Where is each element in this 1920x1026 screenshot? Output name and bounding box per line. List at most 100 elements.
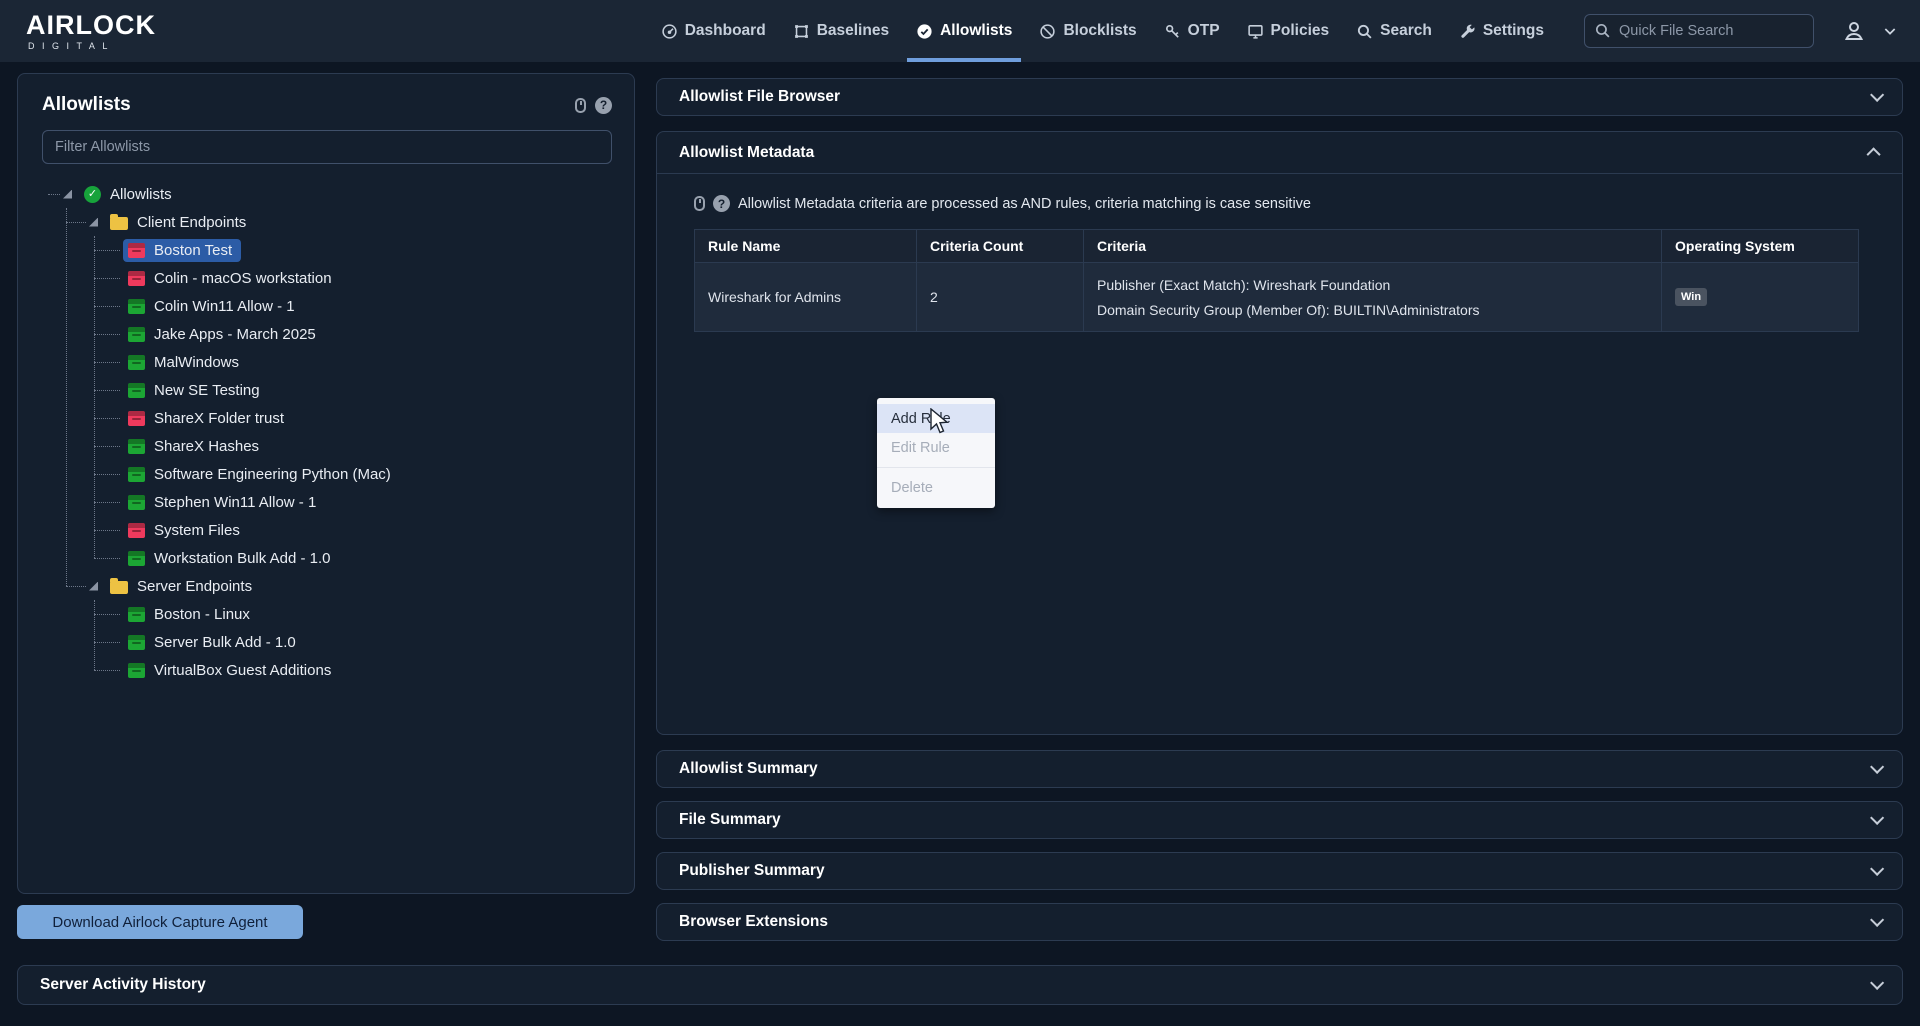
tree-node-content: MalWindows — [123, 351, 248, 374]
tree-node-content: Software Engineering Python (Mac) — [123, 463, 400, 486]
tree-item-sharex-folder-trust[interactable]: ShareX Folder trust — [18, 404, 634, 432]
accordion-server-activity-history[interactable]: Server Activity History — [17, 965, 1903, 1005]
quick-file-search — [1584, 14, 1814, 48]
tree-node-content: Stephen Win11 Allow - 1 — [123, 491, 325, 514]
tree-connector — [94, 642, 120, 643]
monitor-icon — [1247, 23, 1264, 40]
airlock-logo[interactable]: AIRLOCK DIGITAL — [26, 12, 156, 51]
tree-item-colin-macos-workstation[interactable]: Colin - macOS workstation — [18, 264, 634, 292]
account-menu-chevron-icon[interactable] — [1882, 23, 1898, 39]
logo-subtitle: DIGITAL — [28, 42, 156, 51]
allowlist-metadata-header[interactable]: Allowlist Metadata — [657, 132, 1902, 174]
check-circle-icon — [916, 23, 933, 40]
nav-item-settings[interactable]: Settings — [1459, 0, 1544, 62]
allowlist-box-green-icon — [128, 663, 145, 678]
accordion-browser-extensions[interactable]: Browser Extensions — [656, 903, 1903, 941]
tree-item-client-endpoints[interactable]: Client Endpoints — [18, 208, 634, 236]
tree-item-label: Allowlists — [110, 186, 172, 203]
mouse-hint-icon — [575, 98, 586, 113]
tree-item-allowlists[interactable]: Allowlists — [18, 180, 634, 208]
tree-node-content: Server Endpoints — [105, 575, 261, 598]
tree-connector — [94, 670, 120, 671]
nav-item-baselines[interactable]: Baselines — [793, 0, 889, 62]
allowlist-box-green-icon — [128, 355, 145, 370]
metadata-info-text: Allowlist Metadata criteria are processe… — [738, 196, 1311, 212]
accordion-allowlist-file-browser[interactable]: Allowlist File Browser — [656, 78, 1903, 116]
tree-item-stephen-win11-allow-1[interactable]: Stephen Win11 Allow - 1 — [18, 488, 634, 516]
tree-item-boston-test[interactable]: Boston Test — [18, 236, 634, 264]
criteria-line: Domain Security Group (Member Of): BUILT… — [1097, 302, 1648, 318]
quick-file-search-input[interactable] — [1584, 14, 1814, 48]
baselines-icon — [793, 23, 810, 40]
tree-item-boston-linux[interactable]: Boston - Linux — [18, 600, 634, 628]
chevron-down-icon — [1870, 760, 1884, 774]
nav-item-label: Baselines — [817, 22, 889, 40]
metadata-info-line: ? Allowlist Metadata criteria are proces… — [694, 195, 1311, 212]
accordion-publisher-summary[interactable]: Publisher Summary — [656, 852, 1903, 890]
tree-expander-icon[interactable] — [89, 582, 98, 591]
tree-item-server-bulk-add-1-0[interactable]: Server Bulk Add - 1.0 — [18, 628, 634, 656]
tree-item-label: Boston - Linux — [154, 606, 250, 623]
nav-item-allowlists[interactable]: Allowlists — [916, 0, 1012, 62]
nav-item-label: Blocklists — [1063, 22, 1136, 40]
chevron-up-icon — [1867, 147, 1881, 161]
context-menu-item-add-rule[interactable]: Add Rule — [877, 404, 995, 433]
tree-item-colin-win11-allow-1[interactable]: Colin Win11 Allow - 1 — [18, 292, 634, 320]
tree-node-content: Server Bulk Add - 1.0 — [123, 631, 305, 654]
accordion-title: Browser Extensions — [679, 913, 828, 931]
main-nav: Dashboard Baselines Allowlists Blocklists OT… — [661, 0, 1544, 62]
nav-item-label: Dashboard — [685, 22, 766, 40]
tree-connector — [94, 614, 120, 615]
cell-operating-system: Win — [1662, 263, 1858, 331]
folder-icon — [110, 581, 128, 594]
user-icon[interactable] — [1842, 19, 1866, 43]
tree-item-jake-apps-march-2025[interactable]: Jake Apps - March 2025 — [18, 320, 634, 348]
context-menu-item-delete: Delete — [877, 473, 995, 502]
tree-node-content: ShareX Hashes — [123, 435, 268, 458]
nav-item-policies[interactable]: Policies — [1247, 0, 1330, 62]
search-icon — [1356, 23, 1373, 40]
gauge-icon — [661, 23, 678, 40]
help-icon[interactable]: ? — [713, 195, 730, 212]
tree-item-new-se-testing[interactable]: New SE Testing — [18, 376, 634, 404]
chevron-down-icon — [1870, 862, 1884, 876]
table-row[interactable]: Wireshark for Admins 2 Publisher (Exact … — [695, 262, 1858, 331]
allowlists-tree: AllowlistsClient EndpointsBoston TestCol… — [18, 180, 634, 684]
nav-item-search[interactable]: Search — [1356, 0, 1432, 62]
tree-item-sharex-hashes[interactable]: ShareX Hashes — [18, 432, 634, 460]
tree-node-content: Workstation Bulk Add - 1.0 — [123, 547, 339, 570]
user-area — [1842, 19, 1898, 43]
accordion-allowlist-summary[interactable]: Allowlist Summary — [656, 750, 1903, 788]
tree-item-system-files[interactable]: System Files — [18, 516, 634, 544]
tree-connector — [94, 250, 120, 251]
tree-connector — [48, 194, 60, 195]
tree-connector — [94, 278, 120, 279]
folder-icon — [110, 217, 128, 230]
tree-item-label: Client Endpoints — [137, 214, 246, 231]
help-icon[interactable]: ? — [595, 97, 612, 114]
tree-connector — [94, 502, 120, 503]
allowlist-box-green-icon — [128, 439, 145, 454]
nav-item-dashboard[interactable]: Dashboard — [661, 0, 766, 62]
nav-item-label: Search — [1380, 22, 1432, 40]
nav-item-otp[interactable]: OTP — [1164, 0, 1220, 62]
tree-item-software-engineering-python-mac-[interactable]: Software Engineering Python (Mac) — [18, 460, 634, 488]
tree-item-server-endpoints[interactable]: Server Endpoints — [18, 572, 634, 600]
tree-item-virtualbox-guest-additions[interactable]: VirtualBox Guest Additions — [18, 656, 634, 684]
logo-title: AIRLOCK — [26, 12, 156, 39]
nav-item-label: Allowlists — [940, 22, 1012, 40]
accordion-title: Allowlist Metadata — [679, 144, 814, 162]
nav-item-label: OTP — [1188, 22, 1220, 40]
tree-expander-icon[interactable] — [89, 218, 98, 227]
tree-expander-icon[interactable] — [63, 190, 72, 199]
tree-connector — [94, 474, 120, 475]
tree-item-malwindows[interactable]: MalWindows — [18, 348, 634, 376]
tree-item-workstation-bulk-add-1-0[interactable]: Workstation Bulk Add - 1.0 — [18, 544, 634, 572]
accordion-file-summary[interactable]: File Summary — [656, 801, 1903, 839]
download-capture-agent-button[interactable]: Download Airlock Capture Agent — [17, 905, 303, 939]
key-icon — [1164, 23, 1181, 40]
tree-connector — [66, 586, 86, 587]
filter-allowlists-input[interactable] — [42, 130, 612, 164]
nav-item-blocklists[interactable]: Blocklists — [1039, 0, 1136, 62]
allowlist-box-green-icon — [128, 299, 145, 314]
